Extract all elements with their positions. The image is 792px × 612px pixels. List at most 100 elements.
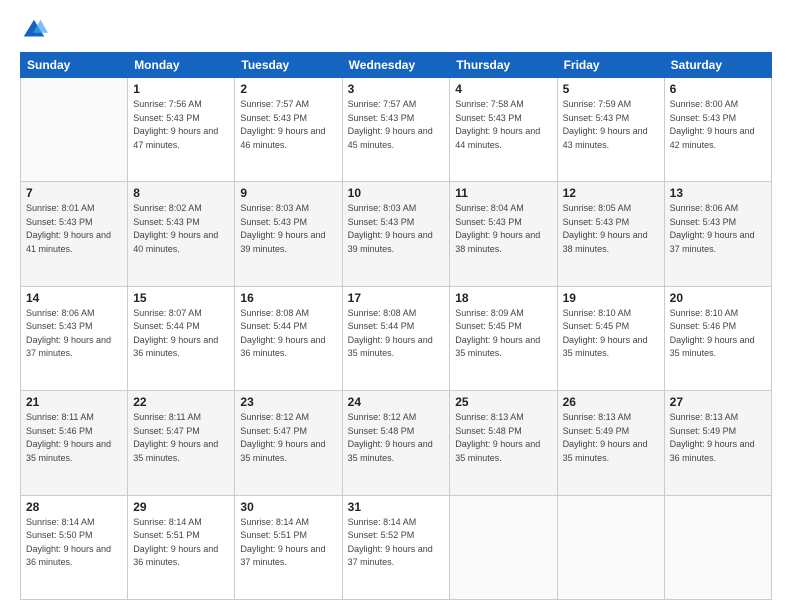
day-info: Sunrise: 8:00 AMSunset: 5:43 PMDaylight:… [670,98,766,152]
logo-icon [20,16,48,44]
calendar-cell: 10 Sunrise: 8:03 AMSunset: 5:43 PMDayligh… [342,182,450,286]
day-number: 2 [240,82,336,96]
col-header-wednesday: Wednesday [342,53,450,78]
day-number: 28 [26,500,122,514]
day-info: Sunrise: 8:11 AMSunset: 5:47 PMDaylight:… [133,411,229,465]
day-info: Sunrise: 8:10 AMSunset: 5:45 PMDaylight:… [563,307,659,361]
day-info: Sunrise: 8:06 AMSunset: 5:43 PMDaylight:… [670,202,766,256]
day-info: Sunrise: 8:14 AMSunset: 5:52 PMDaylight:… [348,516,445,570]
day-number: 16 [240,291,336,305]
col-header-friday: Friday [557,53,664,78]
calendar-cell: 7 Sunrise: 8:01 AMSunset: 5:43 PMDaylight… [21,182,128,286]
calendar-cell: 3Sunrise: 7:57 AMSunset: 5:43 PMDaylight… [342,78,450,182]
day-number: 19 [563,291,659,305]
logo [20,16,52,44]
col-header-tuesday: Tuesday [235,53,342,78]
calendar-week-1: 1 Sunrise: 7:56 AMSunset: 5:43 PMDaylight… [21,78,772,182]
calendar-cell: 14 Sunrise: 8:06 AMSunset: 5:43 PMDayligh… [21,286,128,390]
calendar-week-2: 7 Sunrise: 8:01 AMSunset: 5:43 PMDaylight… [21,182,772,286]
calendar-cell: 9 Sunrise: 8:03 AMSunset: 5:43 PMDaylight… [235,182,342,286]
calendar-cell: 31 Sunrise: 8:14 AMSunset: 5:52 PMDayligh… [342,495,450,599]
col-header-sunday: Sunday [21,53,128,78]
day-number: 25 [455,395,551,409]
day-info: Sunrise: 8:11 AMSunset: 5:46 PMDaylight:… [26,411,122,465]
calendar-cell: 11 Sunrise: 8:04 AMSunset: 5:43 PMDayligh… [450,182,557,286]
day-number: 10 [348,186,445,200]
day-info: Sunrise: 8:12 AMSunset: 5:47 PMDaylight:… [240,411,336,465]
day-info: Sunrise: 8:05 AMSunset: 5:43 PMDaylight:… [563,202,659,256]
calendar-cell: 18Sunrise: 8:09 AMSunset: 5:45 PMDayligh… [450,286,557,390]
calendar-cell [450,495,557,599]
calendar-cell: 24 Sunrise: 8:12 AMSunset: 5:48 PMDayligh… [342,391,450,495]
day-number: 15 [133,291,229,305]
day-number: 27 [670,395,766,409]
day-info: Sunrise: 8:01 AMSunset: 5:43 PMDaylight:… [26,202,122,256]
calendar-week-3: 14 Sunrise: 8:06 AMSunset: 5:43 PMDayligh… [21,286,772,390]
col-header-saturday: Saturday [664,53,771,78]
day-number: 9 [240,186,336,200]
day-number: 7 [26,186,122,200]
day-info: Sunrise: 8:06 AMSunset: 5:43 PMDaylight:… [26,307,122,361]
day-number: 30 [240,500,336,514]
day-info: Sunrise: 8:03 AMSunset: 5:43 PMDaylight:… [240,202,336,256]
calendar-cell: 29 Sunrise: 8:14 AMSunset: 5:51 PMDayligh… [128,495,235,599]
calendar-cell: 15 Sunrise: 8:07 AMSunset: 5:44 PMDayligh… [128,286,235,390]
calendar-cell: 26Sunrise: 8:13 AMSunset: 5:49 PMDayligh… [557,391,664,495]
page: SundayMondayTuesdayWednesdayThursdayFrid… [0,0,792,612]
calendar-cell: 30 Sunrise: 8:14 AMSunset: 5:51 PMDayligh… [235,495,342,599]
calendar-cell: 27Sunrise: 8:13 AMSunset: 5:49 PMDayligh… [664,391,771,495]
day-number: 24 [348,395,445,409]
day-number: 21 [26,395,122,409]
calendar-body: 1 Sunrise: 7:56 AMSunset: 5:43 PMDaylight… [21,78,772,600]
day-info: Sunrise: 8:13 AMSunset: 5:48 PMDaylight:… [455,411,551,465]
day-info: Sunrise: 7:56 AMSunset: 5:43 PMDaylight:… [133,98,229,152]
calendar-week-5: 28 Sunrise: 8:14 AMSunset: 5:50 PMDayligh… [21,495,772,599]
day-info: Sunrise: 8:10 AMSunset: 5:46 PMDaylight:… [670,307,766,361]
day-number: 14 [26,291,122,305]
calendar-cell: 4 Sunrise: 7:58 AMSunset: 5:43 PMDaylight… [450,78,557,182]
day-info: Sunrise: 8:07 AMSunset: 5:44 PMDaylight:… [133,307,229,361]
calendar-cell: 28 Sunrise: 8:14 AMSunset: 5:50 PMDayligh… [21,495,128,599]
day-number: 23 [240,395,336,409]
day-number: 5 [563,82,659,96]
day-number: 29 [133,500,229,514]
day-info: Sunrise: 8:03 AMSunset: 5:43 PMDaylight:… [348,202,445,256]
calendar-cell: 17 Sunrise: 8:08 AMSunset: 5:44 PMDayligh… [342,286,450,390]
calendar-cell: 19 Sunrise: 8:10 AMSunset: 5:45 PMDayligh… [557,286,664,390]
calendar-cell: 5Sunrise: 7:59 AMSunset: 5:43 PMDaylight… [557,78,664,182]
day-info: Sunrise: 7:57 AMSunset: 5:43 PMDaylight:… [240,98,336,152]
day-number: 3 [348,82,445,96]
day-number: 11 [455,186,551,200]
day-info: Sunrise: 8:09 AMSunset: 5:45 PMDaylight:… [455,307,551,361]
calendar-table: SundayMondayTuesdayWednesdayThursdayFrid… [20,52,772,600]
day-number: 1 [133,82,229,96]
day-number: 12 [563,186,659,200]
calendar-cell: 22 Sunrise: 8:11 AMSunset: 5:47 PMDayligh… [128,391,235,495]
day-number: 4 [455,82,551,96]
day-info: Sunrise: 7:58 AMSunset: 5:43 PMDaylight:… [455,98,551,152]
day-number: 22 [133,395,229,409]
day-number: 31 [348,500,445,514]
calendar-header: SundayMondayTuesdayWednesdayThursdayFrid… [21,53,772,78]
calendar-cell [21,78,128,182]
day-info: Sunrise: 8:04 AMSunset: 5:43 PMDaylight:… [455,202,551,256]
day-info: Sunrise: 8:14 AMSunset: 5:51 PMDaylight:… [133,516,229,570]
calendar-cell: 16 Sunrise: 8:08 AMSunset: 5:44 PMDayligh… [235,286,342,390]
day-info: Sunrise: 8:13 AMSunset: 5:49 PMDaylight:… [563,411,659,465]
day-number: 17 [348,291,445,305]
header-row: SundayMondayTuesdayWednesdayThursdayFrid… [21,53,772,78]
day-info: Sunrise: 8:12 AMSunset: 5:48 PMDaylight:… [348,411,445,465]
day-info: Sunrise: 8:14 AMSunset: 5:50 PMDaylight:… [26,516,122,570]
day-number: 6 [670,82,766,96]
day-info: Sunrise: 8:02 AMSunset: 5:43 PMDaylight:… [133,202,229,256]
calendar-cell [664,495,771,599]
day-number: 8 [133,186,229,200]
day-number: 13 [670,186,766,200]
day-info: Sunrise: 8:14 AMSunset: 5:51 PMDaylight:… [240,516,336,570]
calendar-cell: 12 Sunrise: 8:05 AMSunset: 5:43 PMDayligh… [557,182,664,286]
calendar-cell: 23 Sunrise: 8:12 AMSunset: 5:47 PMDayligh… [235,391,342,495]
col-header-thursday: Thursday [450,53,557,78]
calendar-cell: 6 Sunrise: 8:00 AMSunset: 5:43 PMDaylight… [664,78,771,182]
day-info: Sunrise: 8:08 AMSunset: 5:44 PMDaylight:… [240,307,336,361]
day-info: Sunrise: 8:08 AMSunset: 5:44 PMDaylight:… [348,307,445,361]
